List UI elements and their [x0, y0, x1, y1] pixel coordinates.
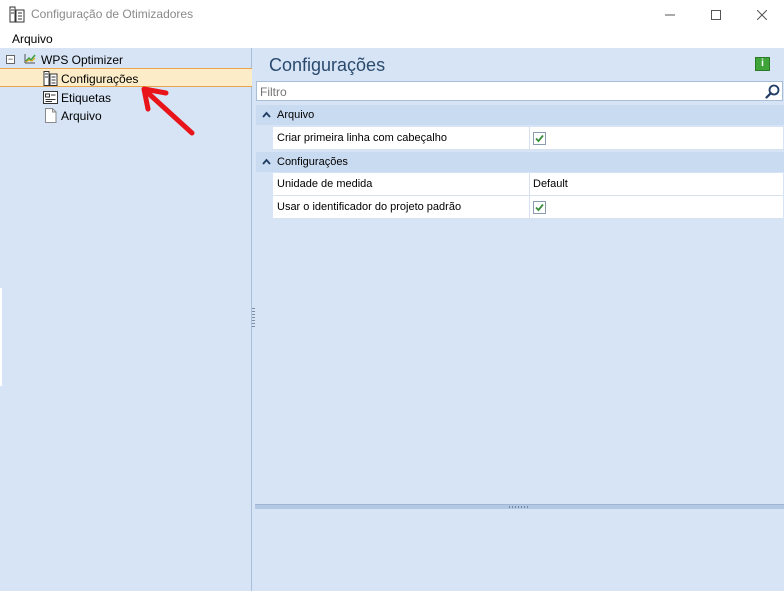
maximize-button[interactable]	[693, 0, 739, 30]
properties-panel: Configurações i Arquivo Criar primeira l…	[255, 48, 784, 591]
minimize-button[interactable]	[647, 0, 693, 30]
default-project-id-checkbox[interactable]	[533, 201, 546, 214]
section-arquivo[interactable]: Arquivo	[256, 105, 784, 125]
panel-edge	[0, 288, 2, 386]
checkmark-icon	[535, 203, 544, 212]
tree-item-arquivo[interactable]: Arquivo	[0, 106, 252, 125]
info-button[interactable]: i	[755, 57, 770, 71]
section-label: Arquivo	[277, 109, 315, 121]
checkmark-icon	[535, 134, 544, 143]
maximize-icon	[711, 10, 721, 20]
page-title: Configurações	[269, 55, 386, 75]
menu-arquivo[interactable]: Arquivo	[12, 32, 53, 46]
tree-item-label: Etiquetas	[61, 91, 112, 105]
property-name: Criar primeira linha com cabeçalho	[277, 132, 447, 144]
splitter-grip[interactable]	[509, 506, 529, 508]
filter-input[interactable]	[260, 85, 740, 99]
chevron-up-icon[interactable]	[262, 157, 271, 166]
close-icon	[757, 10, 767, 20]
tree-panel: − WPS Optimizer Configurações Etiquetas …	[0, 48, 252, 591]
filter-box	[256, 81, 783, 101]
app-icon	[9, 6, 25, 23]
property-name: Unidade de medida	[277, 178, 373, 190]
unit-value[interactable]: Default	[533, 178, 568, 190]
file-icon	[45, 108, 57, 123]
section-label: Configurações	[277, 156, 348, 168]
minimize-icon	[665, 14, 675, 16]
section-configuracoes[interactable]: Configurações	[256, 152, 784, 172]
settings-doc-icon	[43, 71, 58, 86]
column-divider	[529, 196, 530, 219]
tree-item-etiquetas[interactable]: Etiquetas	[0, 88, 252, 107]
title-bar: Configuração de Otimizadores	[0, 0, 784, 30]
property-row[interactable]: Criar primeira linha com cabeçalho	[273, 127, 783, 150]
description-panel	[255, 509, 784, 591]
close-button[interactable]	[739, 0, 784, 30]
annotation-arrow	[141, 86, 195, 136]
chart-icon	[24, 54, 36, 64]
label-icon	[43, 91, 58, 104]
tree-item-configuracoes[interactable]: Configurações	[0, 68, 252, 87]
column-divider	[529, 173, 530, 196]
property-row[interactable]: Unidade de medida Default	[273, 173, 783, 196]
tree-item-label: Arquivo	[61, 109, 102, 123]
property-name: Usar o identificador do projeto padrão	[277, 201, 462, 213]
search-icon[interactable]	[765, 84, 780, 99]
chevron-up-icon[interactable]	[262, 110, 271, 119]
property-row[interactable]: Usar o identificador do projeto padrão	[273, 196, 783, 219]
window-title: Configuração de Otimizadores	[31, 7, 194, 21]
tree-item-label: Configurações	[61, 72, 139, 86]
tree-item-wps-optimizer[interactable]: − WPS Optimizer	[0, 50, 252, 69]
header-row-checkbox[interactable]	[533, 132, 546, 145]
collapse-icon[interactable]: −	[6, 55, 15, 64]
column-divider	[529, 127, 530, 150]
tree-root-label: WPS Optimizer	[41, 53, 124, 67]
menu-bar: Arquivo	[0, 30, 784, 48]
